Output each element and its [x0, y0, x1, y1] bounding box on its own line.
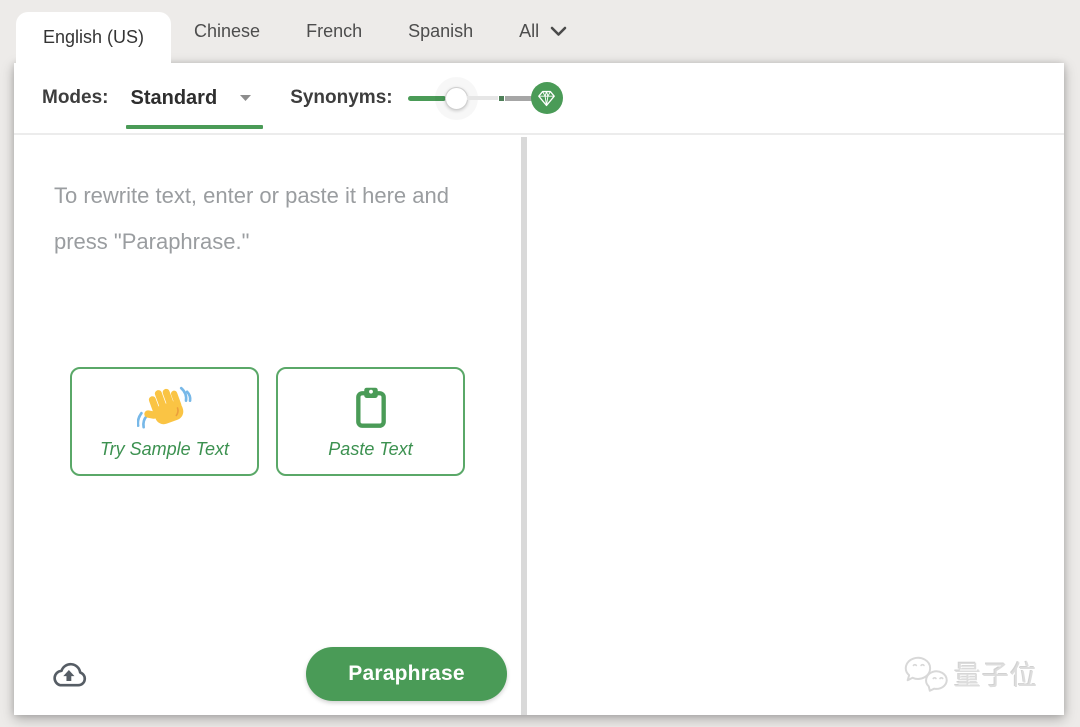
- input-editor[interactable]: To rewrite text, enter or paste it here …: [14, 137, 521, 715]
- paraphraser-card: Modes: Standard Synonyms:: [14, 63, 1064, 715]
- upload-cloud-icon: [48, 658, 89, 691]
- slider-track-premium: [505, 96, 533, 101]
- tab-label: Spanish: [408, 21, 473, 42]
- try-sample-text-label: Try Sample Text: [100, 439, 229, 460]
- mode-select-dropdown[interactable]: Standard: [129, 87, 255, 110]
- paste-text-label: Paste Text: [328, 439, 412, 460]
- watermark: 量子位: [904, 654, 1038, 693]
- try-sample-text-button[interactable]: Try Sample Text: [70, 367, 259, 476]
- modes-toolbar: Modes: Standard Synonyms:: [14, 63, 1064, 135]
- slider-tick: [499, 96, 504, 101]
- chevron-down-icon: [550, 26, 567, 37]
- upload-document-button[interactable]: [48, 658, 89, 694]
- tab-label: French: [306, 21, 362, 42]
- synonyms-label: Synonyms:: [290, 87, 392, 109]
- watermark-text: 量子位: [954, 654, 1038, 693]
- modes-label: Modes:: [42, 87, 109, 109]
- tab-all-languages[interactable]: All: [496, 0, 590, 63]
- synonyms-slider[interactable]: [408, 82, 563, 114]
- tab-spanish[interactable]: Spanish: [385, 0, 496, 63]
- editor-placeholder: To rewrite text, enter or paste it here …: [54, 173, 485, 265]
- suggestion-cards: Try Sample Text Paste Text: [70, 367, 465, 476]
- dropdown-arrow-icon: [239, 94, 252, 102]
- tab-chinese[interactable]: Chinese: [171, 0, 283, 63]
- tab-french[interactable]: French: [283, 0, 385, 63]
- tab-label: English (US): [43, 27, 144, 48]
- selected-mode: Standard: [131, 87, 218, 110]
- paste-text-button[interactable]: Paste Text: [276, 367, 465, 476]
- slider-track-empty[interactable]: [467, 96, 498, 100]
- language-tabbar: English (US) Chinese French Spanish All: [16, 0, 1060, 63]
- slider-thumb[interactable]: [445, 87, 468, 110]
- wechat-icon: [904, 655, 949, 693]
- clipboard-icon: [352, 384, 390, 432]
- tab-label: Chinese: [194, 21, 260, 42]
- mode-underline: [126, 125, 264, 129]
- paraphraser-app: English (US) Chinese French Spanish All …: [0, 0, 1080, 727]
- output-panel: 量子位: [527, 137, 1064, 715]
- tab-english-us[interactable]: English (US): [16, 12, 171, 63]
- gem-icon: [537, 90, 556, 107]
- premium-gem-button[interactable]: [531, 82, 563, 114]
- panels: To rewrite text, enter or paste it here …: [14, 137, 1064, 715]
- slider-track-filled[interactable]: [408, 96, 446, 101]
- paraphrase-button[interactable]: Paraphrase: [306, 647, 507, 701]
- tab-label: All: [519, 21, 539, 42]
- waving-hand-icon: [137, 384, 193, 432]
